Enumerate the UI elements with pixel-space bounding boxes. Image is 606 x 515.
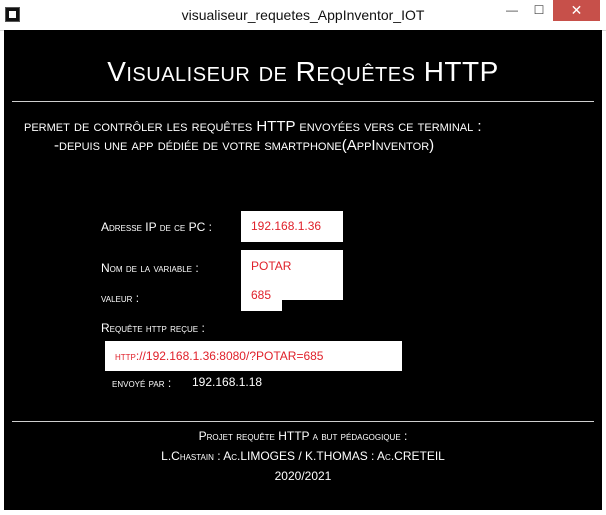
request-label: Requête http reçue :: [101, 321, 205, 335]
description-line-1: permet de contrôler les requêtes HTTP en…: [24, 118, 482, 135]
ip-value-box: 192.168.1.36: [241, 211, 343, 242]
request-value-box: http://192.168.1.36:8080/?POTAR=685: [105, 341, 402, 371]
value-label: valeur :: [101, 291, 140, 305]
sender-value: 192.168.1.18: [192, 375, 263, 389]
close-button[interactable]: ✕: [553, 0, 600, 21]
minimize-button[interactable]: —: [499, 0, 525, 21]
page-title: Visualiseur de Requêtes HTTP: [107, 56, 499, 87]
footer-line-1: Projet requête HTTP a but pédagogique :: [198, 429, 408, 443]
divider-bottom: [12, 421, 594, 422]
footer-line-2: L.Chastain : Ac.LIMOGES / K.THOMAS : Ac.…: [161, 449, 445, 463]
maximize-button[interactable]: ☐: [526, 0, 552, 21]
divider-top: [12, 101, 594, 102]
ip-label: Adresse IP de ce PC :: [101, 220, 212, 234]
variable-value: POTAR: [251, 259, 292, 273]
description-line-2: -depuis une app dédiée de votre smartpho…: [54, 137, 435, 154]
value-text: 685: [251, 288, 272, 302]
title-bar[interactable]: visualiseur_requetes_AppInventor_IOT — ☐…: [0, 0, 606, 31]
sender-label: envoyé par :: [112, 376, 172, 390]
app-canvas: Visualiseur de Requêtes HTTP permet de c…: [4, 30, 602, 510]
variable-label: Nom de la variable :: [101, 261, 199, 275]
footer-line-3: 2020/2021: [274, 469, 332, 483]
